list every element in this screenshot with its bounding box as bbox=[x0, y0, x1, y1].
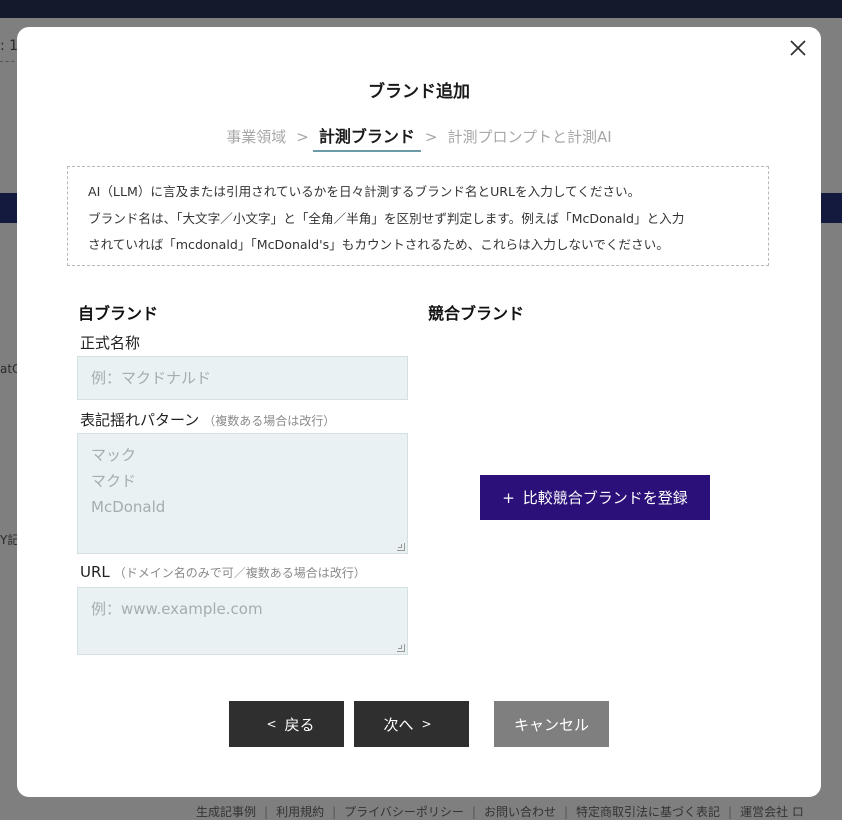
official-name-input[interactable]: 例：マクドナルド bbox=[77, 356, 408, 400]
url-label: URL （ドメイン名のみで可／複数ある場合は改行） bbox=[80, 563, 366, 581]
notice-line: ブランド名は、「大文字／小文字」と「全角／半角」を区別せず判定します。例えば「M… bbox=[88, 210, 685, 226]
variants-label-text: 表記揺れパターン bbox=[80, 411, 200, 429]
close-icon bbox=[790, 40, 806, 56]
variants-label: 表記揺れパターン （複数ある場合は改行） bbox=[80, 409, 335, 430]
close-button[interactable] bbox=[787, 37, 809, 59]
resize-handle-icon[interactable] bbox=[397, 543, 405, 551]
chevron-left-icon: < bbox=[266, 717, 277, 731]
cancel-button[interactable]: キャンセル bbox=[494, 701, 609, 747]
background-topbar bbox=[0, 0, 842, 18]
brand-add-modal: ブランド追加 事業領域 > 計測ブランド > 計測プロンプトと計測AI AI（LLM）に… bbox=[17, 27, 821, 797]
url-placeholder: 例：www.example.com bbox=[91, 600, 263, 618]
background-footer: 生成記事例 | 利用規約 | プライバシーポリシー | お問い合わせ | 特定商取引法に基づく表… bbox=[196, 805, 804, 819]
next-button[interactable]: 次へ > bbox=[354, 701, 469, 747]
background-text-fragment: : 1 bbox=[0, 38, 19, 54]
variants-textarea[interactable]: マック マクド McDonald bbox=[77, 433, 408, 554]
next-label: 次へ bbox=[383, 715, 414, 734]
cancel-label: キャンセル bbox=[513, 715, 589, 734]
url-hint: （ドメイン名のみで可／複数ある場合は改行） bbox=[113, 566, 366, 580]
variants-placeholder-line: McDonald bbox=[91, 498, 166, 516]
step-measured-brand: 計測ブランド bbox=[312, 123, 421, 152]
variants-placeholder-line: マクド bbox=[91, 472, 137, 490]
notice-line: されていれば「mcdonald」「McDonald's」もカウントされるため、こ… bbox=[88, 237, 669, 252]
chevron-right-icon: > bbox=[421, 717, 432, 731]
official-name-label: 正式名称 bbox=[80, 334, 141, 352]
step-separator: > bbox=[424, 128, 438, 146]
add-competitor-button[interactable]: + 比較競合ブランドを登録 bbox=[480, 475, 710, 520]
own-brand-heading: 自ブランド bbox=[78, 304, 159, 323]
step-business-area: 事業領域 bbox=[226, 128, 287, 146]
back-button[interactable]: < 戻る bbox=[229, 701, 344, 747]
add-competitor-label: 比較競合ブランドを登録 bbox=[522, 489, 688, 507]
step-separator: > bbox=[296, 128, 309, 146]
official-name-placeholder: 例：マクドナルド bbox=[91, 369, 212, 387]
modal-title: ブランド追加 bbox=[368, 82, 470, 102]
resize-handle-icon[interactable] bbox=[397, 644, 405, 652]
plus-icon: + bbox=[502, 488, 515, 507]
competitor-brand-heading: 競合ブランド bbox=[428, 304, 525, 323]
instructions-notice: AI（LLM）に言及または引用されているかを日々計測するブランド名とURLを入力… bbox=[67, 166, 769, 266]
back-label: 戻る bbox=[284, 715, 315, 734]
url-label-text: URL bbox=[80, 563, 110, 581]
step-indicator: 事業領域 > 計測ブランド > 計測プロンプトと計測AI bbox=[17, 123, 821, 152]
variants-hint: （複数ある場合は改行） bbox=[203, 414, 336, 428]
step-prompt-and-ai: 計測プロンプトと計測AI bbox=[447, 128, 612, 146]
variants-placeholder-line: マック bbox=[91, 446, 137, 464]
notice-line: AI（LLM）に言及または引用されているかを日々計測するブランド名とURLを入力… bbox=[88, 184, 641, 199]
url-textarea[interactable]: 例：www.example.com bbox=[77, 587, 408, 655]
